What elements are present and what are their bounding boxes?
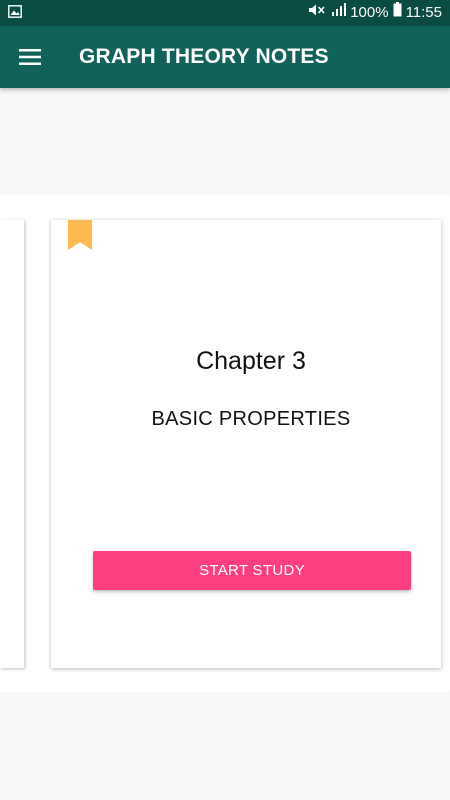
app-title: GRAPH THEORY NOTES bbox=[79, 45, 329, 68]
chapter-card[interactable]: Chapter 3 BASIC PROPERTIES START STUDY bbox=[51, 220, 441, 668]
image-icon bbox=[8, 4, 22, 22]
battery-icon bbox=[393, 0, 402, 26]
hamburger-menu-icon[interactable] bbox=[0, 26, 60, 88]
bookmark-icon[interactable] bbox=[68, 220, 92, 250]
battery-level: 100% bbox=[350, 4, 389, 21]
clock: 11:55 bbox=[405, 4, 442, 21]
status-bar: 100% 11:55 bbox=[0, 0, 450, 26]
previous-chapter-card[interactable] bbox=[0, 220, 24, 668]
signal-icon bbox=[330, 0, 347, 26]
mute-icon bbox=[308, 0, 326, 26]
start-study-button[interactable]: START STUDY bbox=[93, 551, 411, 590]
chapter-subtitle: BASIC PROPERTIES bbox=[151, 408, 351, 430]
app-bar: GRAPH THEORY NOTES bbox=[0, 26, 450, 88]
chapter-title: Chapter 3 bbox=[196, 347, 306, 375]
